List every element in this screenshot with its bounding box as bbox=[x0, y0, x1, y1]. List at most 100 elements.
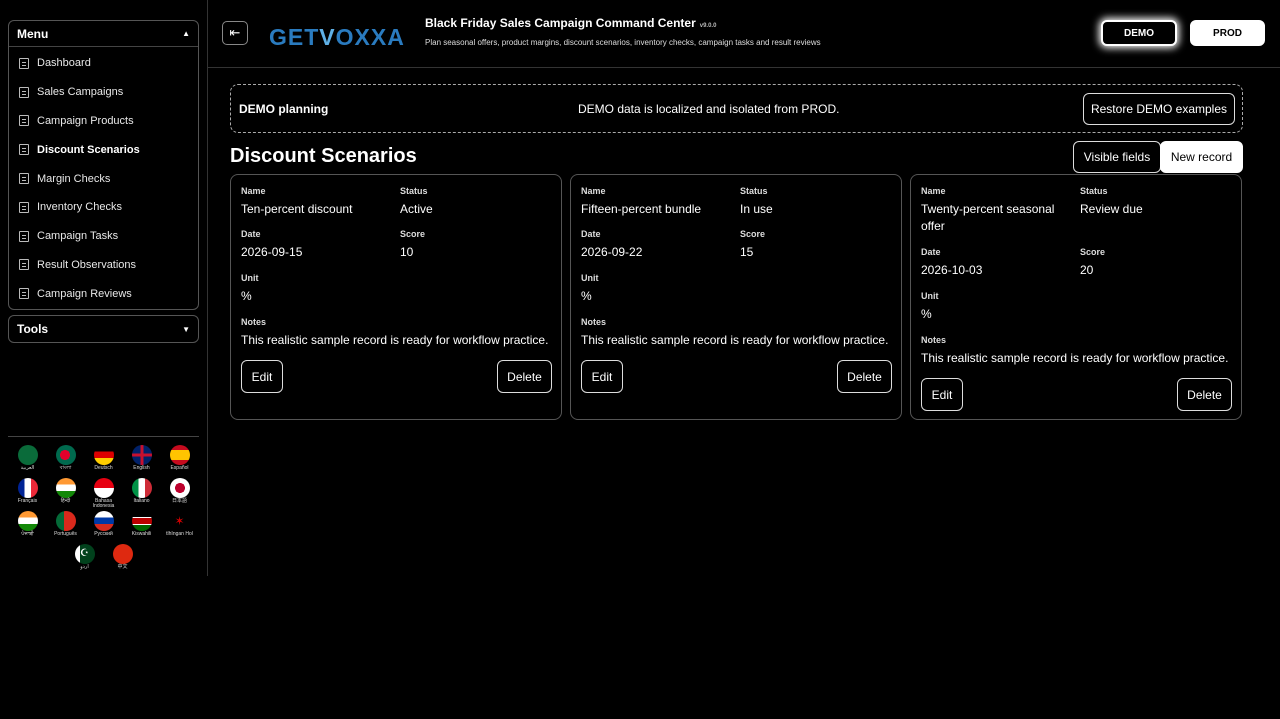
language-russian[interactable]: Русский bbox=[85, 511, 123, 544]
pakistan-flag-icon: ☪ bbox=[74, 544, 95, 564]
indonesia-flag-icon bbox=[93, 478, 114, 498]
record-card: Name Twenty-percent seasonal offer Status… bbox=[910, 174, 1242, 420]
tools-panel[interactable]: Tools ▼ bbox=[8, 315, 199, 343]
italy-flag-icon bbox=[131, 478, 152, 498]
delete-button[interactable]: Delete bbox=[497, 360, 552, 393]
header: ⇤ GETVOXXA Black Friday Sales Campaign C… bbox=[208, 0, 1280, 68]
name-field: Name Fifteen-percent bundle bbox=[581, 186, 702, 216]
date-field: Date 2026-10-03 bbox=[921, 247, 983, 277]
language-german[interactable]: Deutsch bbox=[85, 445, 123, 478]
prod-env-button[interactable]: PROD bbox=[1190, 20, 1265, 46]
document-icon bbox=[19, 86, 29, 98]
delete-button[interactable]: Delete bbox=[837, 360, 892, 393]
language-label: हिन्दी bbox=[60, 498, 71, 504]
sidebar-item-dashboard[interactable]: Dashboard bbox=[9, 49, 198, 78]
document-icon bbox=[19, 173, 29, 185]
language-label: ਪੰਜਾਬੀ bbox=[21, 531, 34, 537]
language-japanese[interactable]: 日本語 bbox=[161, 478, 199, 511]
edit-button[interactable]: Edit bbox=[581, 360, 623, 393]
demo-banner: DEMO planning DEMO data is localized and… bbox=[230, 84, 1243, 133]
kenya-flag-icon bbox=[131, 511, 152, 531]
language-label: 日本語 bbox=[171, 498, 187, 504]
document-icon bbox=[19, 230, 29, 242]
language-label: Deutsch bbox=[94, 465, 113, 471]
sidebar-item-label: Campaign Tasks bbox=[37, 230, 119, 243]
edit-button[interactable]: Edit bbox=[921, 378, 963, 411]
date-field: Date 2026-09-15 bbox=[241, 229, 303, 259]
logo: GETVOXXA bbox=[269, 24, 405, 50]
china-flag-icon bbox=[112, 544, 133, 564]
banner-message: DEMO data is localized and isolated from… bbox=[578, 102, 840, 116]
menu-title: Menu bbox=[17, 26, 49, 41]
sidebar-toggle-button[interactable]: ⇤ bbox=[222, 21, 248, 45]
language-swahili[interactable]: Kiswahili bbox=[123, 511, 161, 544]
language-punjabi[interactable]: ਪੰਜਾਬੀ bbox=[9, 511, 47, 544]
delete-button[interactable]: Delete bbox=[1177, 378, 1232, 411]
sidebar-item-discount-scenarios[interactable]: Discount Scenarios bbox=[9, 135, 198, 164]
sidebar-item-label: Campaign Products bbox=[37, 114, 134, 127]
language-spanish[interactable]: Español bbox=[161, 445, 199, 478]
menu-list: Dashboard Sales Campaigns Campaign Produ… bbox=[9, 47, 198, 308]
record-card: Name Ten-percent discount Status Active Da… bbox=[230, 174, 562, 420]
language-bengali[interactable]: বাংলা bbox=[47, 445, 85, 478]
sidebar-item-campaign-products[interactable]: Campaign Products bbox=[9, 107, 198, 136]
sidebar-item-label: Result Observations bbox=[37, 258, 137, 271]
visible-fields-button[interactable]: Visible fields bbox=[1073, 141, 1161, 173]
language-label: 中文 bbox=[117, 564, 128, 570]
germany-flag-icon bbox=[93, 445, 114, 465]
menu-panel: Menu ▲ Dashboard Sales Campaigns Campaig… bbox=[8, 20, 199, 310]
language-arabic[interactable]: العربية bbox=[9, 445, 47, 478]
language-label: Español bbox=[170, 465, 189, 471]
language-indonesian[interactable]: Bahasa Indonesia bbox=[85, 478, 123, 511]
sidebar-item-margin-checks[interactable]: Margin Checks bbox=[9, 164, 198, 193]
document-icon bbox=[19, 57, 29, 69]
language-portuguese[interactable]: Português bbox=[47, 511, 85, 544]
language-label: বাংলা bbox=[59, 465, 72, 471]
unit-field: Unit% bbox=[921, 291, 939, 321]
chevron-down-icon: ▼ bbox=[182, 324, 190, 334]
status-field: Status Active bbox=[400, 186, 433, 216]
language-label: Kiswahili bbox=[131, 531, 152, 537]
document-icon bbox=[19, 201, 29, 213]
language-label: اردو bbox=[80, 564, 89, 570]
language-chinese[interactable]: 中文 bbox=[104, 544, 142, 577]
sidebar-item-label: Inventory Checks bbox=[37, 201, 122, 214]
demo-env-button[interactable]: DEMO bbox=[1101, 20, 1177, 46]
sidebar-item-campaign-reviews[interactable]: Campaign Reviews bbox=[9, 279, 198, 308]
language-label: Français bbox=[17, 498, 38, 504]
status-field: Status In use bbox=[740, 186, 773, 216]
edit-button[interactable]: Edit bbox=[241, 360, 283, 393]
restore-demo-button[interactable]: Restore DEMO examples bbox=[1083, 93, 1235, 125]
language-english[interactable]: English bbox=[123, 445, 161, 478]
language-italian[interactable]: Italiano bbox=[123, 478, 161, 511]
sidebar-item-result-observations[interactable]: Result Observations bbox=[9, 251, 198, 280]
name-field: Name Ten-percent discount bbox=[241, 186, 353, 216]
banner-title: DEMO planning bbox=[239, 102, 329, 116]
app-subtitle: Plan seasonal offers, product margins, d… bbox=[425, 38, 821, 47]
language-urdu[interactable]: ☪ اردو bbox=[66, 544, 104, 577]
app-title: Black Friday Sales Campaign Command Cent… bbox=[425, 16, 716, 30]
sidebar-item-inventory-checks[interactable]: Inventory Checks bbox=[9, 193, 198, 222]
score-field: Score 20 bbox=[1080, 247, 1106, 277]
new-record-button[interactable]: New record bbox=[1160, 141, 1243, 173]
notes-field: Notes This realistic sample record is rea… bbox=[921, 335, 1229, 365]
unit-field: Unit% bbox=[581, 273, 599, 303]
language-label: tlhIngan Hol bbox=[166, 531, 193, 537]
name-field: Name Twenty-percent seasonal offer bbox=[921, 186, 1055, 233]
unit-field: Unit% bbox=[241, 273, 259, 303]
chevron-up-icon: ▲ bbox=[182, 29, 190, 38]
notes-field: Notes This realistic sample record is rea… bbox=[241, 317, 549, 347]
sidebar-item-campaign-tasks[interactable]: Campaign Tasks bbox=[9, 222, 198, 251]
sidebar-item-label: Sales Campaigns bbox=[37, 86, 124, 99]
language-french[interactable]: Français bbox=[9, 478, 47, 511]
tools-header[interactable]: Tools ▼ bbox=[9, 316, 198, 342]
sidebar-item-label: Dashboard bbox=[37, 57, 91, 70]
language-label: Português bbox=[54, 531, 77, 537]
language-klingon[interactable]: ✶ tlhIngan Hol bbox=[161, 511, 199, 544]
language-hindi[interactable]: हिन्दी bbox=[47, 478, 85, 511]
language-label: Italiano bbox=[133, 498, 150, 504]
menu-header[interactable]: Menu ▲ bbox=[9, 21, 198, 47]
document-icon bbox=[19, 259, 29, 271]
record-card: Name Fifteen-percent bundle Status In use … bbox=[570, 174, 902, 420]
sidebar-item-sales-campaigns[interactable]: Sales Campaigns bbox=[9, 78, 198, 107]
